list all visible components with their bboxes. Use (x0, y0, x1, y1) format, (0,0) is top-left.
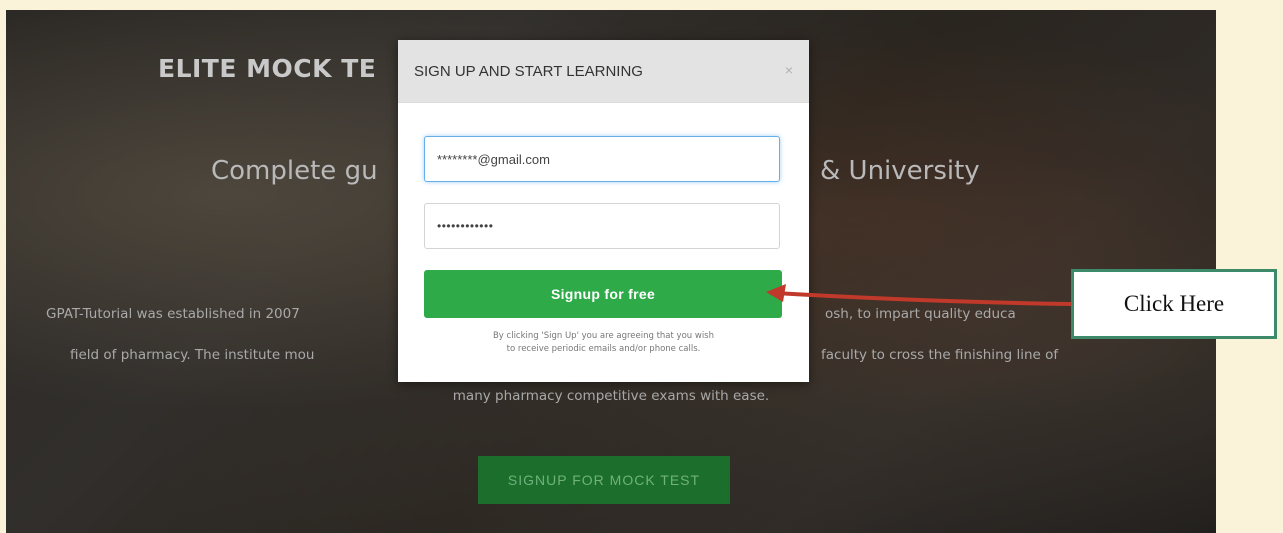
signup-mock-test-button[interactable]: SIGNUP FOR MOCK TEST (478, 456, 730, 504)
hero-subtitle-left: Complete gu (211, 156, 378, 186)
modal-title: SIGN UP AND START LEARNING (414, 63, 643, 80)
signup-modal: SIGN UP AND START LEARNING × ********@gm… (398, 40, 809, 382)
hero-para-line2-left: field of pharmacy. The institute mou (70, 347, 315, 363)
disclaimer-line-2: to receive periodic emails and/or phone … (506, 344, 701, 354)
disclaimer-line-1: By clicking 'Sign Up' you are agreeing t… (492, 331, 715, 341)
hero-subtitle-right: & University (820, 156, 980, 186)
page: ELITE MOCK TE Complete gu & University G… (0, 0, 1283, 533)
hero-para-line1-left: GPAT-Tutorial was established in 2007 (46, 306, 300, 322)
hero-para-line1-right: osh, to impart quality educa (825, 306, 1016, 322)
email-field[interactable]: ********@gmail.com (424, 136, 780, 182)
password-field[interactable]: •••••••••••• (424, 203, 780, 249)
close-icon[interactable]: × (785, 62, 793, 78)
click-here-callout: Click Here (1071, 269, 1277, 339)
signup-for-free-button[interactable]: Signup for free (424, 270, 782, 318)
site-logo[interactable]: ELITE MOCK TE (158, 54, 376, 83)
signup-disclaimer: By clicking 'Sign Up' you are agreeing t… (418, 330, 789, 356)
hero-para-line2-right: faculty to cross the finishing line of (821, 347, 1059, 363)
modal-header: SIGN UP AND START LEARNING × (398, 40, 809, 103)
hero-para-line3: many pharmacy competitive exams with eas… (452, 388, 770, 404)
